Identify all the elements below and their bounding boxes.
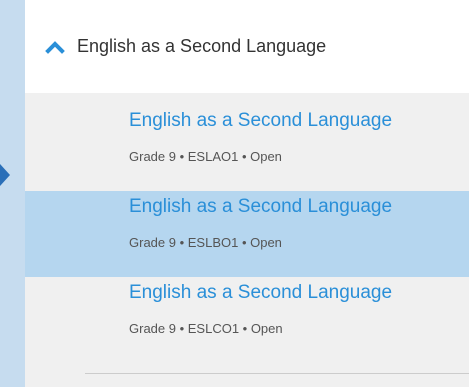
course-accordion-panel: English as a Second Language English as … [25, 0, 469, 387]
accordion-header[interactable]: English as a Second Language [25, 0, 469, 93]
pointer-arrow-icon [0, 164, 10, 186]
course-meta: Grade 9 • ESLCO1 • Open [129, 321, 283, 336]
accordion-title: English as a Second Language [77, 36, 327, 56]
course-meta: Grade 9 • ESLBO1 • Open [129, 235, 282, 250]
course-title-link[interactable]: English as a Second Language [129, 282, 392, 304]
course-item-selected[interactable]: English as a Second Language Grade 9 • E… [25, 191, 469, 277]
list-divider [85, 373, 469, 374]
course-item[interactable]: English as a Second Language Grade 9 • E… [25, 105, 469, 191]
course-meta: Grade 9 • ESLAO1 • Open [129, 149, 282, 164]
screenshot-stage: English as a Second Language English as … [0, 0, 469, 387]
course-title-link[interactable]: English as a Second Language [129, 110, 392, 132]
course-item[interactable]: English as a Second Language Grade 9 • E… [25, 277, 469, 363]
course-title-link[interactable]: English as a Second Language [129, 196, 392, 218]
course-list: English as a Second Language Grade 9 • E… [25, 93, 469, 363]
chevron-up-icon[interactable] [45, 40, 65, 54]
